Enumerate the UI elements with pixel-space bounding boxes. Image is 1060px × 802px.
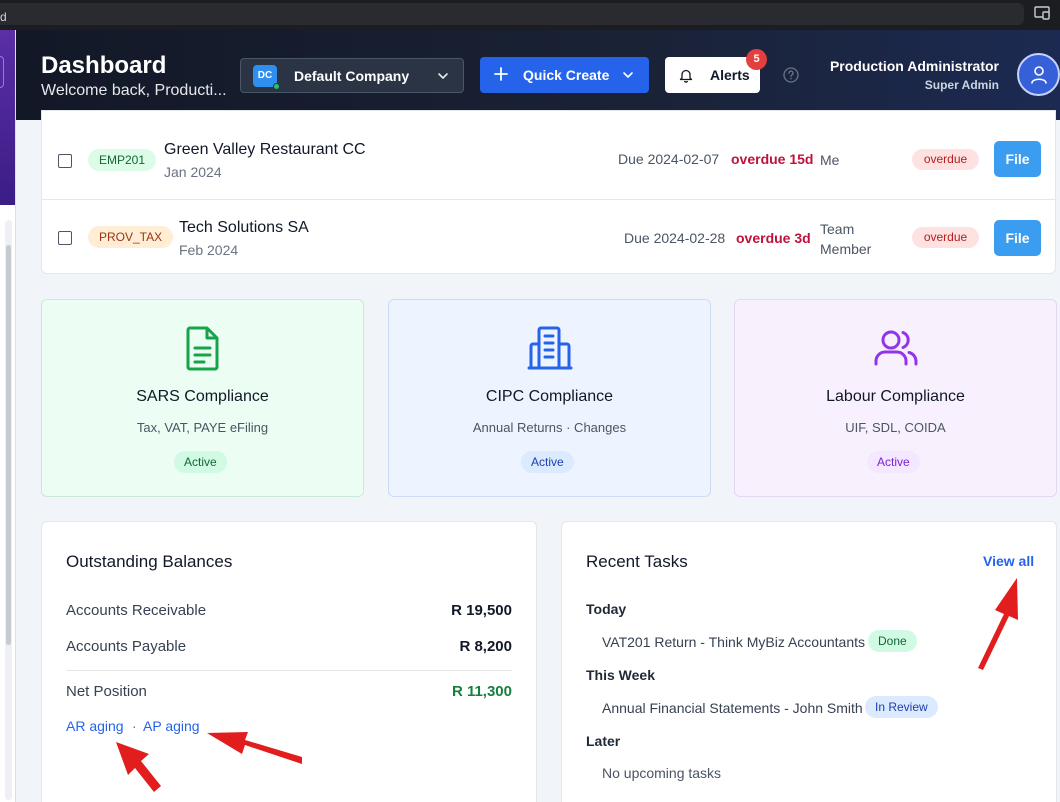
address-bar[interactable]: d [0,3,1024,25]
client-name: Tech Solutions SA [179,219,309,236]
due-date: Due 2024-02-07 [618,151,720,167]
compliance-subtitle: Tax, VAT, PAYE eFiling [136,420,269,435]
compliance-subtitle: UIF, SDL, COIDA [845,420,946,435]
task-item[interactable]: Annual Financial Statements - John Smith [602,700,863,716]
ar-aging-link[interactable]: AR aging [66,718,124,734]
quick-create-button[interactable]: Quick Create [480,57,649,93]
sars-compliance-card[interactable]: SARS Compliance Tax, VAT, PAYE eFiling A… [41,299,364,497]
sidebar-panel [0,30,15,205]
net-position-value: R 11,300 [451,683,512,700]
task-group-label: This Week [586,667,655,683]
row-checkbox[interactable] [58,154,72,168]
card-title: Recent Tasks [586,552,688,571]
alerts-label: Alerts [710,67,750,83]
user-icon [1031,66,1047,84]
row-checkbox[interactable] [58,231,72,245]
file-button[interactable]: File [994,141,1041,177]
task-group-label: Later [586,733,621,749]
chevron-down-icon [623,72,633,78]
filing-type-tag: PROV_TAX [88,226,174,248]
client-name: Green Valley Restaurant CC [164,141,366,158]
file-button[interactable]: File [994,220,1041,256]
address-text: d [0,10,7,24]
status-badge: Done [868,630,917,652]
table-row: EMP201 Green Valley Restaurant CC Jan 20… [42,121,1057,197]
cast-icon[interactable] [1034,6,1050,20]
labour-compliance-card[interactable]: Labour Compliance UIF, SDL, COIDA Active [734,299,1057,497]
company-name: Default Company [294,68,410,84]
status-badge: In Review [865,696,938,718]
balance-value: R 8,200 [459,638,512,655]
compliance-subtitle: Annual Returns · Changes [472,420,627,435]
chevron-down-icon [438,73,448,79]
due-date: Due 2024-02-28 [624,230,726,246]
compliance-title: CIPC Compliance [485,388,614,405]
company-selector[interactable]: DC Default Company [240,58,464,93]
status-badge: Active [521,451,574,473]
view-all-link[interactable]: View all [983,553,1034,569]
compliance-title: SARS Compliance [136,388,269,405]
status-badge: Active [867,451,920,473]
empty-state-text: No upcoming tasks [602,765,722,781]
filing-period: Jan 2024 [164,164,222,180]
company-status-dot [273,83,280,90]
users-icon [874,330,918,366]
filing-type-tag: EMP201 [88,149,157,171]
quick-create-label: Quick Create [523,67,610,83]
table-row: PROV_TAX Tech Solutions SA Feb 2024 Due … [42,199,1057,275]
balance-label: Accounts Receivable [66,602,207,619]
task-item[interactable]: VAT201 Return - Think MyBiz Accountants [602,634,865,650]
card-title: Outstanding Balances [66,552,233,571]
user-avatar[interactable] [1017,53,1060,96]
net-position-label: Net Position [66,683,147,700]
sidebar-toggle[interactable] [0,56,4,88]
divider [66,670,512,671]
cipc-compliance-card[interactable]: CIPC Compliance Annual Returns · Changes… [388,299,711,497]
alerts-count-badge: 5 [746,49,767,70]
plus-icon [494,67,508,81]
alerts-button[interactable]: Alerts 5 [665,49,767,93]
app-header: Dashboard Welcome back, Producti... DC D… [16,30,1060,120]
welcome-message: Welcome back, Producti... [41,82,227,99]
user-role: Super Admin [924,78,999,92]
browser-toolbar: d [0,0,1060,30]
recent-tasks-card: Recent Tasks View all Today VAT201 Retur… [561,521,1057,802]
task-group-label: Today [586,601,627,617]
filing-period: Feb 2024 [179,242,239,258]
filings-card: EMP201 Green Valley Restaurant CC Jan 20… [41,110,1057,275]
balance-value: R 19,500 [451,602,512,619]
assignee: Team Member [820,221,872,257]
compliance-title: Labour Compliance [826,388,965,405]
status-badge: Active [174,451,227,473]
status-badge: overdue [912,149,979,170]
link-separator: · [132,718,137,734]
overdue-days: overdue 3d [736,230,811,246]
building-icon [527,326,573,370]
user-name: Production Administrator [829,58,999,74]
outstanding-balances-card: Outstanding Balances Accounts Receivable… [41,521,537,802]
assignee: Me [820,152,840,168]
document-icon [186,326,219,371]
page-title: Dashboard [41,52,167,79]
ap-aging-link[interactable]: AP aging [143,718,200,734]
sidebar-edge [0,30,16,802]
balance-label: Accounts Payable [66,638,187,655]
overdue-days: overdue 15d [731,151,814,167]
bell-icon [679,69,693,83]
status-badge: overdue [912,227,979,248]
scrollbar-thumb[interactable] [6,245,11,645]
